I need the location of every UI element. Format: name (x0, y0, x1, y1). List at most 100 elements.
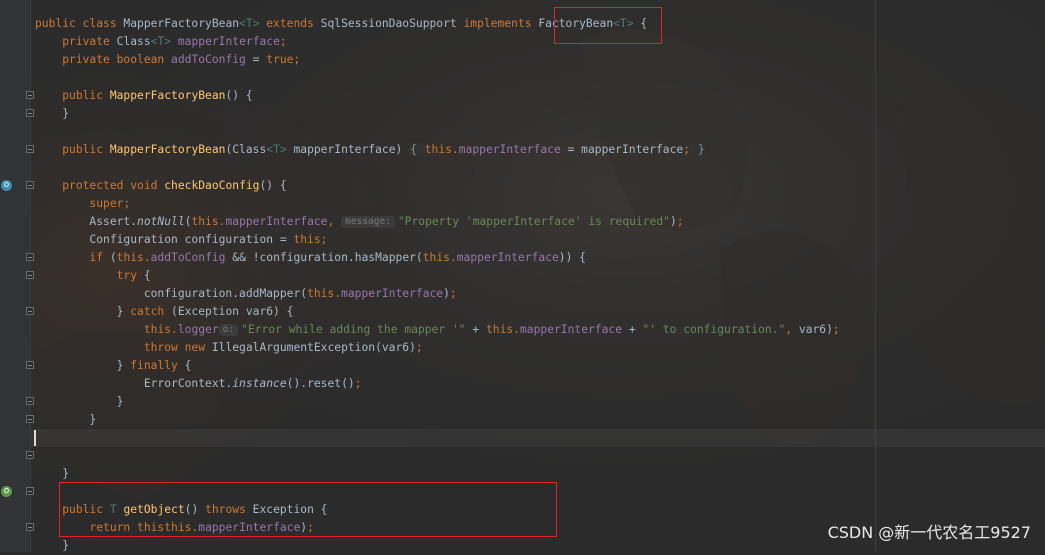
code-token: } (35, 107, 70, 120)
code-token: ; (123, 197, 131, 210)
code-token: public (62, 89, 110, 102)
code-token: ; (683, 143, 691, 156)
code-line[interactable]: } finally { (35, 357, 840, 375)
code-line[interactable] (35, 447, 840, 465)
code-line[interactable]: public class MapperFactoryBean<T> extend… (35, 15, 840, 33)
fold-marker[interactable] (26, 523, 34, 531)
code-line[interactable]: if (this.addToConfig && !configuration.h… (35, 249, 840, 267)
code-token: this (293, 233, 321, 246)
code-line[interactable] (35, 123, 840, 141)
code-token: mapperInterface (177, 35, 280, 48)
code-line[interactable]: public MapperFactoryBean() { (35, 87, 840, 105)
code-token: <T> (239, 17, 260, 30)
code-token: catch (130, 305, 172, 318)
code-token: } (35, 305, 131, 318)
code-token: true; (266, 53, 301, 66)
code-token: protected void (62, 179, 165, 192)
code-line[interactable]: private Class<T> mapperInterface; (35, 33, 840, 51)
code-token: "' to configuration." (642, 323, 786, 336)
right-margin-guide (875, 0, 876, 552)
highlight-box-factorybean (554, 7, 662, 44)
code-token: ; (354, 377, 362, 390)
code-token: logger (177, 323, 219, 336)
code-token: checkDaoConfig (164, 179, 260, 192)
code-line[interactable]: } catch (Exception var6) { (35, 303, 840, 321)
code-token: = (245, 53, 267, 66)
fold-marker[interactable] (26, 91, 34, 99)
code-line[interactable]: Configuration configuration = this; (35, 231, 840, 249)
implements-icon[interactable]: o (1, 486, 12, 497)
fold-marker[interactable] (26, 361, 34, 369)
code-token: ; (415, 341, 423, 354)
code-token: extends (259, 17, 321, 30)
code-line[interactable]: public MapperFactoryBean(Class<T> mapper… (35, 141, 840, 159)
code-token: this. (143, 323, 178, 336)
code-token: mapperInterface (458, 143, 561, 156)
code-token: this. (485, 323, 520, 336)
code-token: () { (259, 179, 287, 192)
code-token: <T> (266, 143, 287, 156)
code-line[interactable]: ErrorContext.instance().reset(); (35, 375, 840, 393)
code-line[interactable]: this.logger o: "Error while adding the map… (35, 321, 840, 339)
code-token: instance (232, 377, 287, 390)
code-line[interactable]: try { (35, 267, 840, 285)
code-token: } (35, 539, 70, 552)
code-line[interactable]: } (35, 393, 840, 411)
code-line[interactable]: private boolean addToConfig = true; (35, 51, 840, 69)
code-line[interactable]: } (35, 411, 840, 429)
code-token: } (35, 395, 124, 408)
code-token: { (143, 269, 151, 282)
code-line[interactable]: configuration.addMapper(this.mapperInter… (35, 285, 840, 303)
code-line[interactable]: protected void checkDaoConfig() { (35, 177, 840, 195)
code-token: this. (422, 251, 457, 264)
fold-marker[interactable] (26, 109, 34, 117)
code-editor[interactable]: public class MapperFactoryBean<T> extend… (35, 15, 840, 555)
code-token: ; (320, 233, 328, 246)
code-token: } (690, 143, 706, 156)
fold-marker[interactable] (26, 487, 34, 495)
code-token: this. (116, 251, 151, 264)
code-token: + (622, 323, 643, 336)
fold-marker[interactable] (26, 397, 34, 405)
code-token: this. (307, 287, 342, 300)
code-token: ; (449, 287, 457, 300)
code-token: && !configuration.hasMapper( (225, 251, 423, 264)
code-line[interactable]: } (35, 105, 840, 123)
code-line[interactable] (35, 69, 840, 87)
code-line[interactable]: } (35, 537, 840, 555)
fold-marker[interactable] (26, 271, 34, 279)
code-token: mapperInterface (341, 287, 444, 300)
code-line[interactable] (35, 159, 840, 177)
fold-marker[interactable] (26, 307, 34, 315)
code-token: IllegalArgumentException(var6) (211, 341, 416, 354)
code-token: implements (463, 17, 539, 30)
fold-marker[interactable] (26, 181, 34, 189)
code-token: SqlSessionDaoSupport (320, 17, 464, 30)
code-token: public class (35, 17, 124, 30)
code-token: } (35, 359, 131, 372)
code-token: (Exception var6) { (171, 305, 294, 318)
parameter-hint: message: (341, 216, 395, 228)
code-line[interactable]: super; (35, 195, 840, 213)
override-icon[interactable]: o (1, 180, 12, 191)
code-token: private (62, 35, 117, 48)
code-line[interactable]: throw new IllegalArgumentException(var6)… (35, 339, 840, 357)
code-line[interactable] (35, 429, 840, 447)
code-token: mapperInterface (519, 323, 623, 336)
fold-marker[interactable] (26, 145, 34, 153)
code-token: , (785, 323, 799, 336)
code-line[interactable]: Assert.notNull(this.mapperInterface, mes… (35, 213, 840, 231)
code-token: = mapperInterface (560, 143, 684, 156)
fold-marker[interactable] (26, 415, 34, 423)
fold-marker[interactable] (26, 451, 34, 459)
fold-marker[interactable] (26, 253, 34, 261)
code-line[interactable]: } (35, 465, 840, 483)
code-token: , (327, 215, 342, 228)
code-token: MapperFactoryBean (123, 17, 240, 30)
